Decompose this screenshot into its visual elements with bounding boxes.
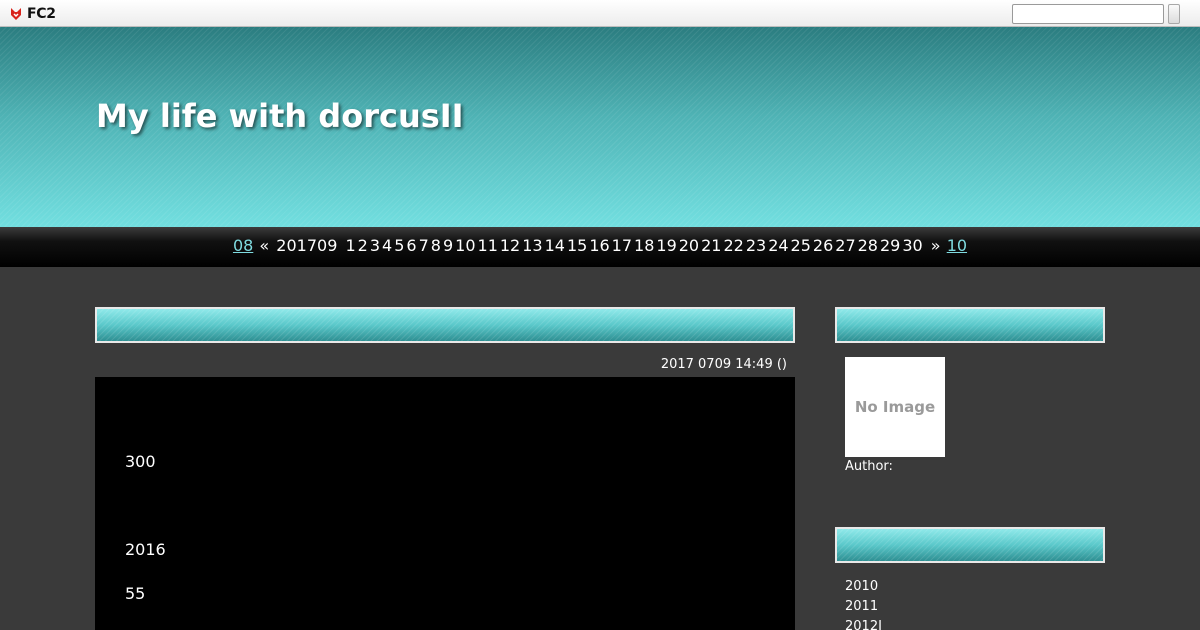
- calendar-day: 5: [394, 236, 405, 255]
- no-image-label: No Image: [854, 398, 936, 416]
- calendar-day: 14: [544, 236, 565, 255]
- calendar-day: 9: [442, 236, 454, 255]
- entry-date: 2017 0709 14:49 (): [660, 357, 787, 372]
- calendar-next-arrow: »: [930, 236, 941, 255]
- search-button[interactable]: [1168, 4, 1180, 24]
- calendar-day: 16: [589, 236, 610, 255]
- calendar-day: 30: [902, 236, 923, 255]
- calendar-day: 7: [418, 236, 429, 255]
- profile-image: No Image: [845, 357, 945, 457]
- calendar-days: 1 2 3 4 5 6 7 8 9 10 11 12 13 14 15 16 17 18 19 20 21 22 23 24 2…: [344, 236, 923, 255]
- calendar-day: 10: [455, 236, 476, 255]
- calendar-day: 18: [634, 236, 655, 255]
- calendar-day: 2: [357, 236, 368, 255]
- calendar-next-month-link[interactable]: 10: [947, 236, 967, 255]
- entry-text-line: 2016: [125, 540, 166, 559]
- search-input[interactable]: [1012, 4, 1164, 24]
- calendar-day: 21: [701, 236, 722, 255]
- calendar-day: 3: [369, 236, 381, 255]
- calendar-day: 1: [345, 236, 356, 255]
- archive-link[interactable]: 2010: [845, 579, 878, 594]
- calendar-day: 25: [790, 236, 811, 255]
- calendar-prev-month-link[interactable]: 08: [233, 236, 253, 255]
- author-label: Author:: [845, 459, 893, 474]
- archive-title-bar: [835, 527, 1105, 563]
- calendar-day: 24: [768, 236, 789, 255]
- calendar-prev-arrow: «: [259, 236, 270, 255]
- fc2-toolbar: FC2: [0, 0, 1200, 27]
- calendar-day: 22: [723, 236, 744, 255]
- calendar-day: 28: [857, 236, 878, 255]
- calendar-day: 26: [812, 236, 834, 255]
- calendar-day: 11: [477, 236, 498, 255]
- blog-header: My life with dorcusII: [0, 27, 1200, 227]
- calendar-day: 13: [522, 236, 543, 255]
- calendar-day: 8: [430, 236, 441, 255]
- calendar-day: 29: [879, 236, 901, 255]
- calendar-day: 6: [406, 236, 417, 255]
- archive-link[interactable]: 2012I: [845, 619, 882, 630]
- calendar-day: 27: [835, 236, 856, 255]
- calendar-day: 17: [611, 236, 633, 255]
- calendar-day: 15: [566, 236, 588, 255]
- fc2-fox-icon: [8, 6, 24, 22]
- archive-link[interactable]: 2011: [845, 599, 878, 614]
- profile-title-bar: [835, 307, 1105, 343]
- calendar-day: 20: [678, 236, 700, 255]
- blog-title[interactable]: My life with dorcusII: [96, 97, 464, 135]
- entry-text-line: 300: [125, 452, 156, 471]
- fc2-logo[interactable]: FC2: [8, 5, 56, 22]
- fc2-logo-text: FC2: [27, 5, 56, 22]
- entry-text-line: 55: [125, 584, 146, 603]
- calendar-day: 19: [656, 236, 677, 255]
- calendar-day: 4: [382, 236, 393, 255]
- entry-title-bar: [95, 307, 795, 343]
- calendar-day: 12: [499, 236, 521, 255]
- entry-body: 300 2016 55: [95, 377, 795, 630]
- calendar-day: 23: [745, 236, 767, 255]
- calendar-bar: 08 « 201709 1 2 3 4 5 6 7 8 9 10 11 12 13 14 15 16 17 18 1…: [0, 227, 1200, 267]
- calendar-year-month: 201709: [276, 236, 338, 255]
